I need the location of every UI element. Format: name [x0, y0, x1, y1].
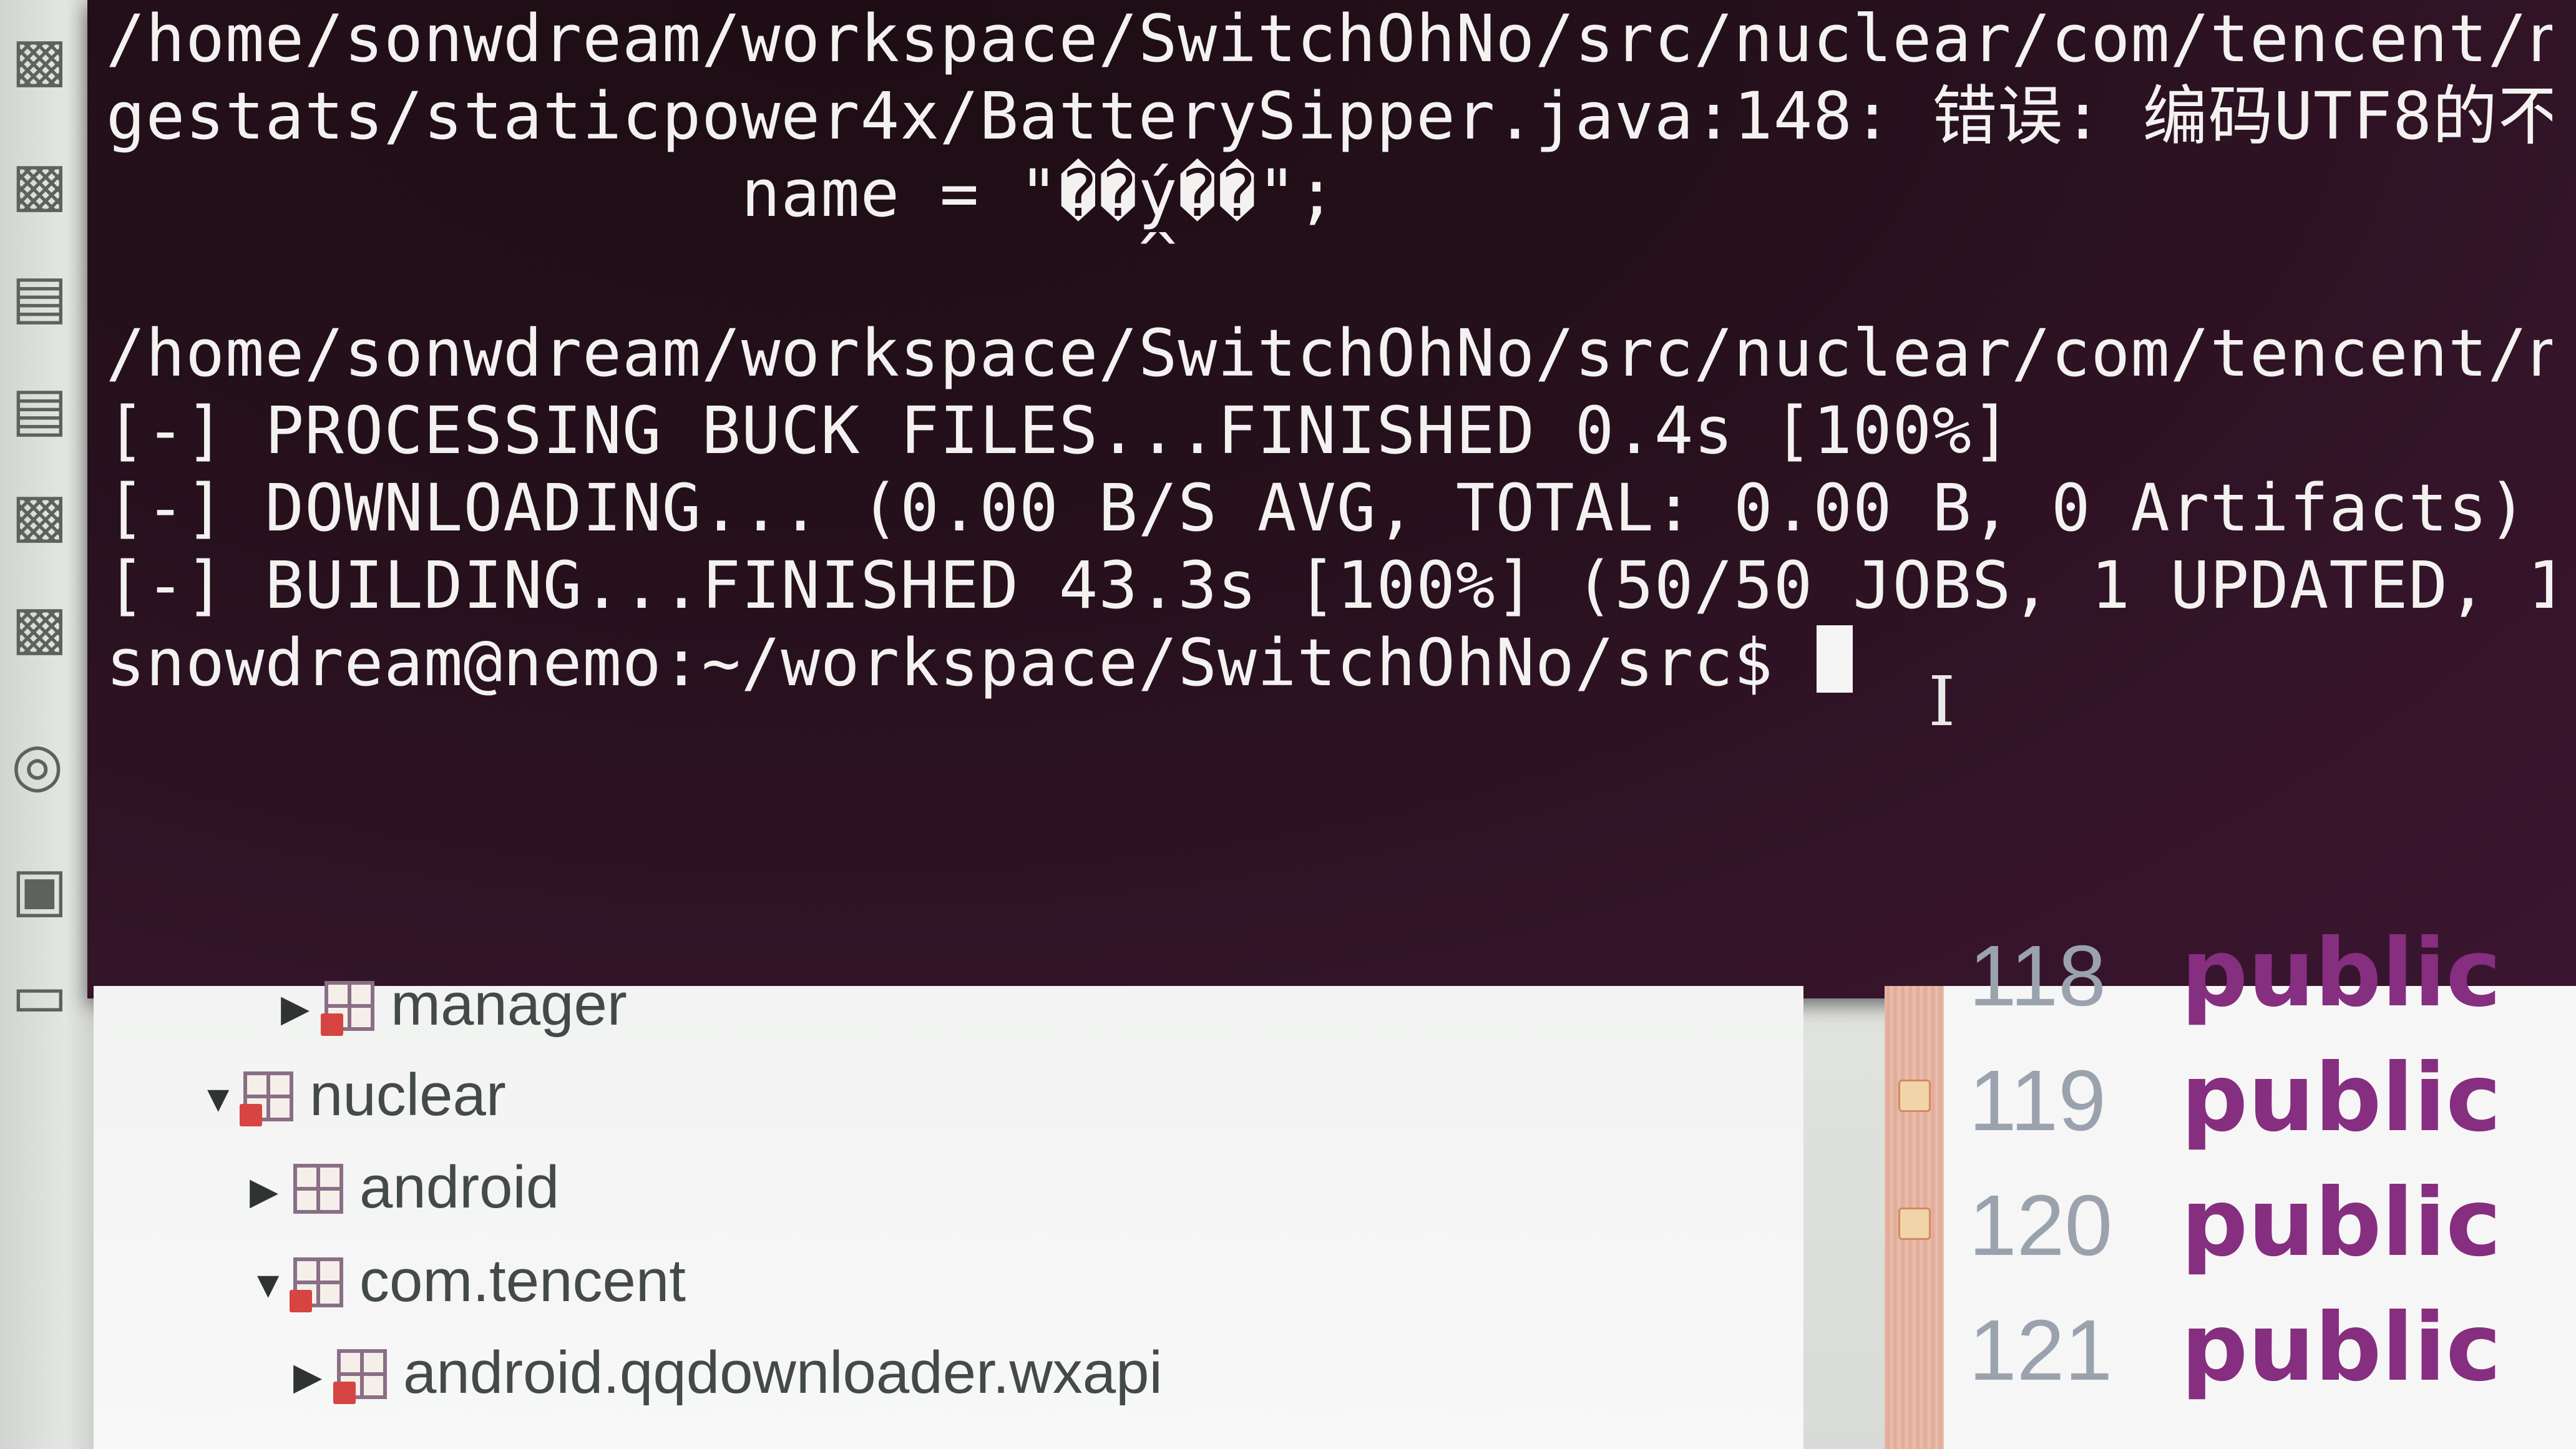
code-line: 121 public — [1944, 1286, 2501, 1410]
code-line: 119 public — [1944, 1036, 2501, 1161]
desktop-screen: ▩ ▩ ▤ ▤ ▩ ▩ ◎ ▣ ▭ /home/sonwdream/worksp… — [0, 0, 2576, 1449]
terminal-output: /home/sonwdream/workspace/SwitchOhNo/src… — [106, 0, 2552, 701]
terminal-line: /home/sonwdream/workspace/SwitchOhNo/src… — [106, 1, 2552, 77]
line-number: 119 — [1969, 1053, 2107, 1149]
terminal-icon[interactable]: ▩ — [11, 481, 68, 549]
package-error-icon — [321, 981, 374, 1036]
terminal-line: name = "��ý��"; — [106, 155, 1337, 232]
document-icon[interactable]: ▤ — [11, 262, 68, 331]
tree-item-manager[interactable]: ▶ manager — [281, 958, 627, 1051]
line-number: 121 — [1969, 1302, 2113, 1398]
terminal-line: [-] BUILDING...FINISHED 43.3s [100%] (50… — [106, 547, 2552, 623]
tree-item-label: nuclear — [310, 1061, 506, 1128]
expand-arrow-icon[interactable]: ▶ — [250, 1144, 293, 1238]
code-keyword: public — [2181, 1294, 2502, 1402]
package-error-icon — [290, 1257, 343, 1312]
tree-item-com-tencent[interactable]: ▼ com.tencent — [250, 1234, 686, 1328]
tree-item-label: android.qqdownloader.wxapi — [403, 1339, 1163, 1406]
shell-prompt: snowdream@nemo:~/workspace/SwitchOhNo/sr… — [106, 625, 1813, 701]
code-line: 120 public — [1944, 1161, 2501, 1286]
code-keyword: public — [2181, 1044, 2502, 1153]
code-keyword: public — [2181, 919, 2502, 1028]
expand-arrow-icon[interactable]: ▶ — [281, 962, 324, 1055]
terminal-window[interactable]: /home/sonwdream/workspace/SwitchOhNo/src… — [87, 0, 2576, 998]
code-line: 118 public — [1944, 911, 2501, 1036]
warning-marker-icon[interactable] — [1898, 1080, 1931, 1112]
package-error-icon — [333, 1349, 387, 1404]
terminal-line: ^ — [106, 232, 1178, 277]
tree-item-android-qqdownloader-wxapi[interactable]: ▶ android.qqdownloader.wxapi — [293, 1326, 1163, 1420]
terminal-line: gestats/staticpower4x/BatterySipper.java… — [106, 78, 2552, 154]
document-icon[interactable]: ▤ — [11, 374, 68, 443]
launcher-bar: ▩ ▩ ▤ ▤ ▩ ▩ ◎ ▣ ▭ — [0, 0, 95, 1449]
package-explorer: ▶ manager ▼ nuclear ▶ android ▼ com.tencent … — [94, 971, 1803, 1449]
package-error-icon — [240, 1071, 293, 1126]
code-editor[interactable]: 118 public 119 public 120 public 121 public — [1944, 919, 2576, 1449]
computer-icon[interactable]: ▣ — [11, 855, 68, 924]
terminal-prompt-line[interactable]: snowdream@nemo:~/workspace/SwitchOhNo/sr… — [106, 624, 2552, 701]
expand-arrow-icon[interactable]: ▶ — [293, 1330, 337, 1423]
warning-marker-icon[interactable] — [1898, 1208, 1931, 1240]
terminal-line: [-] DOWNLOADING... (0.00 B/S AVG, TOTAL:… — [106, 470, 2528, 546]
tree-item-label: com.tencent — [359, 1247, 686, 1314]
tree-item-android[interactable]: ▶ android — [250, 1141, 559, 1234]
terminal-icon[interactable]: ▩ — [11, 150, 68, 218]
terminal-icon[interactable]: ▩ — [11, 25, 68, 94]
ide-panel: ▶ manager ▼ nuclear ▶ android ▼ com.tencent … — [94, 919, 2576, 1449]
line-number: 118 — [1969, 928, 2107, 1024]
collapse-arrow-icon[interactable]: ▼ — [250, 1238, 293, 1332]
tree-item-label: manager — [391, 971, 627, 1038]
tree-item-nuclear[interactable]: ▼ nuclear — [200, 1048, 506, 1142]
collapse-arrow-icon[interactable]: ▼ — [200, 1052, 243, 1146]
tree-item-label: android — [359, 1154, 560, 1221]
text-cursor — [1817, 625, 1853, 693]
code-keyword: public — [2181, 1169, 2502, 1277]
line-number: 120 — [1969, 1178, 2113, 1274]
software-center-icon[interactable]: ▭ — [11, 961, 68, 1030]
terminal-line: /home/sonwdream/workspace/SwitchOhNo/src… — [106, 315, 2552, 391]
browser-icon[interactable]: ◎ — [11, 730, 64, 799]
package-icon — [293, 1164, 343, 1214]
mouse-ibeam-cursor-icon: I — [1928, 661, 1956, 741]
editor-annotation-gutter — [1885, 986, 1944, 1449]
terminal-line: [-] PROCESSING BUCK FILES...FINISHED 0.4… — [106, 393, 2012, 469]
terminal-icon[interactable]: ▩ — [11, 593, 68, 661]
